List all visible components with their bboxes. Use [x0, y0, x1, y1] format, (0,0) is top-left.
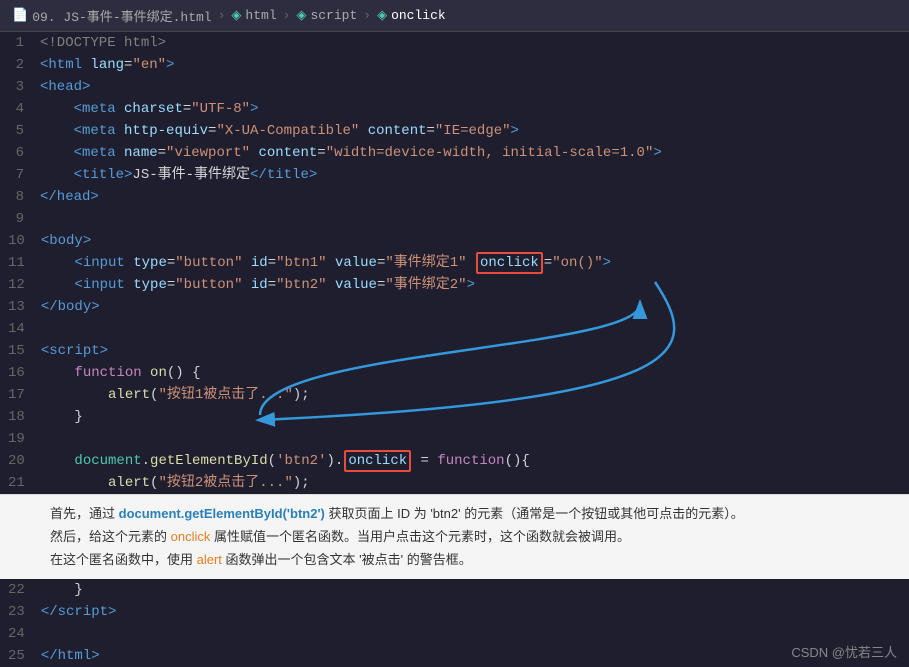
script-icon: ◈	[296, 8, 306, 23]
code-line-24: 24	[0, 623, 909, 645]
file-icon: 📄	[12, 8, 28, 23]
onclick-box-line11: onclick	[476, 252, 543, 274]
breadcrumb-file: 09. JS-事件-事件绑定.html	[32, 6, 211, 25]
code-line-14: 14	[0, 318, 909, 340]
annotation-line1: 首先，通过 document.getElementById('btn2') 获取…	[50, 503, 897, 526]
code-line-15: 15 <script>	[0, 340, 909, 362]
code-line-23: 23 </script>	[0, 601, 909, 623]
annotation-line3: 在这个匿名函数中，使用 alert 函数弹出一个包含文本 '被点击' 的警告框。	[50, 549, 897, 572]
breadcrumb-html: html	[245, 8, 276, 23]
separator3: ›	[363, 8, 371, 23]
onclick-icon: ◈	[377, 8, 387, 23]
code-line-11: 11 <input type="button" id="btn1" value=…	[0, 252, 909, 274]
code-line-9: 9	[0, 208, 909, 230]
separator: ›	[218, 8, 226, 23]
closing-code-area: 22 } 23 </script> 24 25 </html>	[0, 579, 909, 667]
code-line-10: 10 <body>	[0, 230, 909, 252]
breadcrumb-script: script	[310, 8, 357, 23]
code-line-22: 22 }	[0, 579, 909, 601]
code-line-21: 21 alert("按钮2被点击了...");	[0, 472, 909, 494]
code-line-7: 7 <title>JS-事件-事件绑定</title>	[0, 164, 909, 186]
code-line-13: 13 </body>	[0, 296, 909, 318]
code-line-18: 18 }	[0, 406, 909, 428]
html-icon: ◈	[231, 8, 241, 23]
watermark: CSDN @忧若三人	[791, 642, 897, 661]
code-line-20: 20 document.getElementById('btn2').oncli…	[0, 450, 909, 472]
code-line-4: 4 <meta charset="UTF-8">	[0, 98, 909, 120]
annotation-line2: 然后，给这个元素的 onclick 属性赋值一个匿名函数。当用户点击这个元素时，…	[50, 526, 897, 549]
code-line-16: 16 function on() {	[0, 362, 909, 384]
code-container: 1 <!DOCTYPE html> 2 <html lang="en"> 3 <…	[0, 32, 909, 494]
code-line-2: 2 <html lang="en">	[0, 54, 909, 76]
code-line-19: 19	[0, 428, 909, 450]
code-line-3: 3 <head>	[0, 76, 909, 98]
bottom-annotation: 首先，通过 document.getElementById('btn2') 获取…	[0, 494, 909, 579]
code-area: 1 <!DOCTYPE html> 2 <html lang="en"> 3 <…	[0, 32, 909, 494]
onclick-box-line20: onclick	[344, 450, 411, 472]
breadcrumb-onclick: onclick	[391, 8, 446, 23]
code-line-17: 17 alert("按钮1被点击了...");	[0, 384, 909, 406]
code-line-25: 25 </html>	[0, 645, 909, 667]
code-line-8: 8 </head>	[0, 186, 909, 208]
code-line-5: 5 <meta http-equiv="X-UA-Compatible" con…	[0, 120, 909, 142]
code-line-12: 12 <input type="button" id="btn2" value=…	[0, 274, 909, 296]
code-line-6: 6 <meta name="viewport" content="width=d…	[0, 142, 909, 164]
separator2: ›	[283, 8, 291, 23]
breadcrumb: 📄 09. JS-事件-事件绑定.html › ◈ html › ◈ scrip…	[0, 0, 909, 32]
code-line-1: 1 <!DOCTYPE html>	[0, 32, 909, 54]
